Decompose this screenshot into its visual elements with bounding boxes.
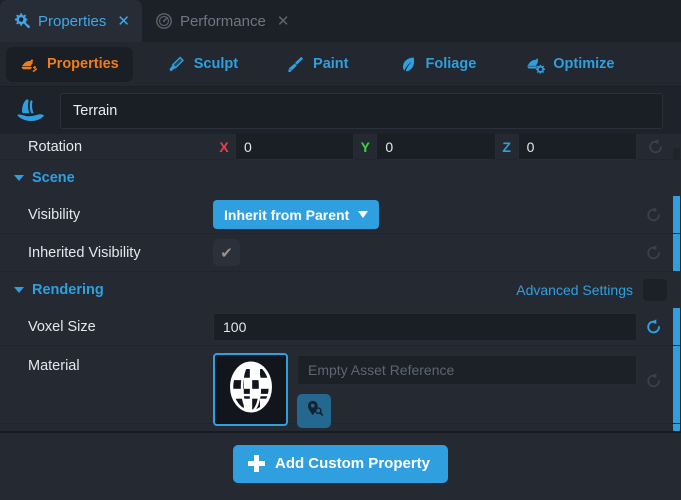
reset-material-icon[interactable] (645, 372, 663, 390)
terrain-icon (14, 97, 48, 125)
material-asset-reference-placeholder: Empty Asset Reference (308, 362, 454, 378)
window-tab-performance[interactable]: Performance ✕ (142, 0, 301, 42)
property-row-inherited-visibility: Inherited Visibility ✔ (0, 234, 681, 272)
location-pin-search-icon (305, 399, 324, 423)
property-row-voxel-size: Voxel Size 100 (0, 308, 681, 346)
window-tab-properties[interactable]: Properties ✕ (0, 0, 142, 42)
rotation-y-input[interactable]: 0 (376, 134, 495, 160)
tab-sculpt[interactable]: Sculpt (153, 47, 252, 82)
section-title-scene: Scene (32, 170, 75, 186)
reset-visibility-icon[interactable] (645, 206, 663, 224)
tab-foliage[interactable]: Foliage (385, 47, 491, 82)
property-label-inherited-visibility: Inherited Visibility (0, 245, 213, 261)
property-list: Rotation X 0 Y 0 Z 0 Scene Visibility In… (0, 134, 681, 431)
property-label-voxel-size: Voxel Size (0, 319, 213, 335)
leaf-icon (399, 55, 418, 74)
add-custom-property-button[interactable]: Add Custom Property (233, 445, 448, 483)
property-row-visibility: Visibility Inherit from Parent (0, 196, 681, 234)
material-thumbnail[interactable] (213, 353, 288, 426)
reset-voxel-size-icon[interactable] (645, 318, 663, 336)
property-label-visibility: Visibility (0, 207, 213, 223)
visibility-dropdown-value: Inherit from Parent (224, 207, 349, 223)
terrain-editor-toolbar: Properties Sculpt Paint (0, 42, 681, 87)
axis-label-x: X (213, 139, 235, 155)
property-row-material: Material (0, 346, 681, 424)
inherited-visibility-checkbox[interactable]: ✔ (213, 239, 240, 266)
object-name-field[interactable]: Terrain (60, 93, 663, 129)
window-tab-strip: Properties ✕ Performance ✕ (0, 0, 681, 42)
chevron-down-icon (358, 211, 368, 218)
plus-icon (248, 455, 265, 472)
terrain-properties-icon (20, 55, 39, 74)
object-header-row: Terrain (0, 87, 681, 134)
add-custom-property-label: Add Custom Property (275, 455, 430, 472)
tab-label: Properties (47, 56, 119, 72)
rotation-vector-editor: X 0 Y 0 Z 0 (213, 134, 681, 159)
property-label-rotation: Rotation (0, 139, 213, 155)
gear-wrench-icon (13, 12, 31, 30)
tab-optimize[interactable]: Optimize (512, 47, 628, 82)
tab-label: Optimize (553, 56, 614, 72)
section-header-scene[interactable]: Scene (0, 160, 681, 196)
visibility-dropdown[interactable]: Inherit from Parent (213, 200, 379, 229)
tab-paint[interactable]: Paint (272, 47, 362, 82)
axis-label-z: Z (496, 139, 518, 155)
window-tab-label: Properties (38, 13, 106, 30)
material-picker-button[interactable] (297, 394, 331, 428)
window-tab-label: Performance (180, 13, 266, 30)
voxel-size-input[interactable]: 100 (213, 313, 637, 341)
chevron-down-icon (14, 175, 24, 181)
chevron-down-icon (14, 287, 24, 293)
property-label-material: Material (0, 355, 213, 377)
rotation-x-input[interactable]: 0 (235, 134, 354, 160)
section-title-rendering: Rendering (32, 282, 104, 298)
close-icon[interactable]: ✕ (277, 14, 290, 29)
checkered-sphere-icon (224, 360, 278, 419)
tab-label: Foliage (426, 56, 477, 72)
tab-label: Paint (313, 56, 348, 72)
chisel-icon (167, 55, 186, 74)
optimize-gear-icon (526, 55, 545, 74)
tab-properties[interactable]: Properties (6, 47, 133, 82)
reset-inherited-visibility-icon[interactable] (645, 244, 663, 262)
advanced-settings-link[interactable]: Advanced Settings (516, 282, 633, 298)
material-asset-reference-field[interactable]: Empty Asset Reference (297, 355, 637, 385)
property-row-rotation: Rotation X 0 Y 0 Z 0 (0, 134, 681, 160)
gauge-icon (155, 12, 173, 30)
footer-bar: Add Custom Property (0, 431, 681, 494)
material-reference-column: Empty Asset Reference (288, 355, 681, 428)
voxel-size-value: 100 (223, 319, 246, 335)
reset-rotation-icon[interactable] (647, 138, 665, 156)
paintbrush-icon (286, 55, 305, 74)
object-name-value: Terrain (73, 103, 117, 119)
checkmark-icon: ✔ (220, 244, 233, 262)
rotation-z-input[interactable]: 0 (518, 134, 637, 160)
axis-label-y: Y (354, 139, 376, 155)
tab-label: Sculpt (194, 56, 238, 72)
section-header-rendering[interactable]: Rendering Advanced Settings (0, 272, 681, 308)
close-icon[interactable]: ✕ (117, 14, 130, 29)
advanced-settings-checkbox[interactable] (643, 279, 667, 301)
